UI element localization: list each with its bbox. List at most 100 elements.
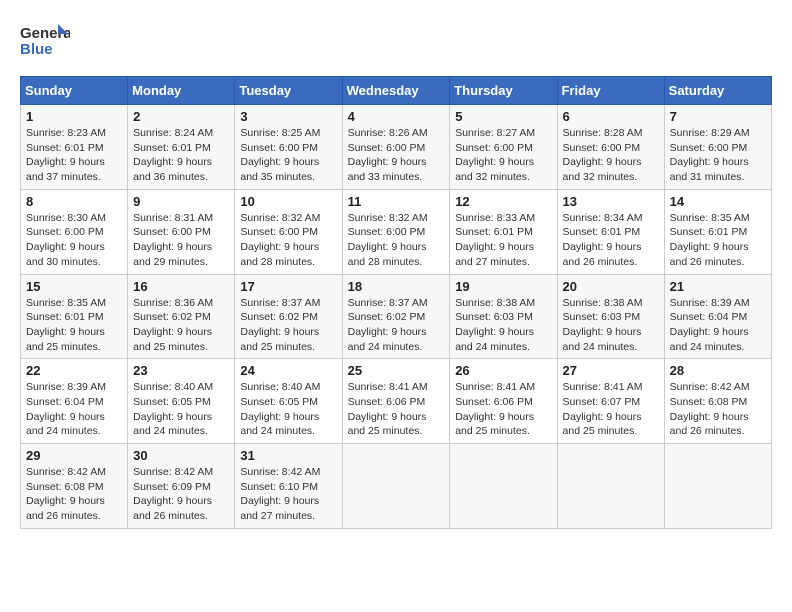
day-number: 21 <box>670 279 766 294</box>
day-number: 19 <box>455 279 551 294</box>
calendar-cell: 6Sunrise: 8:28 AMSunset: 6:00 PMDaylight… <box>557 105 664 190</box>
day-info: Sunrise: 8:39 AMSunset: 6:04 PMDaylight:… <box>26 381 106 437</box>
day-info: Sunrise: 8:30 AMSunset: 6:00 PMDaylight:… <box>26 212 106 268</box>
day-number: 13 <box>563 194 659 209</box>
day-info: Sunrise: 8:35 AMSunset: 6:01 PMDaylight:… <box>670 212 750 268</box>
calendar-week-1: 1Sunrise: 8:23 AMSunset: 6:01 PMDaylight… <box>21 105 772 190</box>
day-number: 26 <box>455 363 551 378</box>
calendar-week-2: 8 Sunrise: 8:30 AMSunset: 6:00 PMDaylight… <box>21 189 772 274</box>
day-info: Sunrise: 8:25 AMSunset: 6:00 PMDaylight:… <box>240 127 320 183</box>
calendar-cell: 26Sunrise: 8:41 AMSunset: 6:06 PMDayligh… <box>450 359 557 444</box>
calendar-cell: 17 Sunrise: 8:37 AMSunset: 6:02 PMDayligh… <box>235 274 342 359</box>
calendar-cell: 2 Sunrise: 8:24 AMSunset: 6:01 PMDaylight… <box>128 105 235 190</box>
calendar-cell: 29 Sunrise: 8:42 AMSunset: 6:08 PMDayligh… <box>21 444 128 529</box>
day-info: Sunrise: 8:42 AMSunset: 6:08 PMDaylight:… <box>26 466 106 522</box>
weekday-header-thursday: Thursday <box>450 77 557 105</box>
day-number: 4 <box>348 109 445 124</box>
day-number: 14 <box>670 194 766 209</box>
day-info: Sunrise: 8:33 AMSunset: 6:01 PMDaylight:… <box>455 212 535 268</box>
day-info: Sunrise: 8:27 AMSunset: 6:00 PMDaylight:… <box>455 127 535 183</box>
day-number: 20 <box>563 279 659 294</box>
day-number: 8 <box>26 194 122 209</box>
calendar-cell: 31 Sunrise: 8:42 AMSunset: 6:10 PMDayligh… <box>235 444 342 529</box>
header: General Blue <box>20 20 772 64</box>
day-info: Sunrise: 8:42 AMSunset: 6:08 PMDaylight:… <box>670 381 750 437</box>
day-number: 31 <box>240 448 336 463</box>
calendar-week-5: 29 Sunrise: 8:42 AMSunset: 6:08 PMDayligh… <box>21 444 772 529</box>
day-info: Sunrise: 8:42 AMSunset: 6:09 PMDaylight:… <box>133 466 213 522</box>
calendar-cell: 1Sunrise: 8:23 AMSunset: 6:01 PMDaylight… <box>21 105 128 190</box>
calendar-cell: 18Sunrise: 8:37 AMSunset: 6:02 PMDayligh… <box>342 274 450 359</box>
day-info: Sunrise: 8:32 AMSunset: 6:00 PMDaylight:… <box>348 212 428 268</box>
day-number: 30 <box>133 448 229 463</box>
calendar-cell <box>450 444 557 529</box>
day-number: 11 <box>348 194 445 209</box>
day-number: 10 <box>240 194 336 209</box>
calendar-cell: 3 Sunrise: 8:25 AMSunset: 6:00 PMDaylight… <box>235 105 342 190</box>
day-info: Sunrise: 8:34 AMSunset: 6:01 PMDaylight:… <box>563 212 643 268</box>
calendar-cell: 15Sunrise: 8:35 AMSunset: 6:01 PMDayligh… <box>21 274 128 359</box>
day-number: 27 <box>563 363 659 378</box>
day-number: 1 <box>26 109 122 124</box>
weekday-header-friday: Friday <box>557 77 664 105</box>
calendar-cell: 23 Sunrise: 8:40 AMSunset: 6:05 PMDayligh… <box>128 359 235 444</box>
calendar-cell: 21 Sunrise: 8:39 AMSunset: 6:04 PMDayligh… <box>664 274 771 359</box>
day-info: Sunrise: 8:38 AMSunset: 6:03 PMDaylight:… <box>455 297 535 353</box>
calendar-cell <box>664 444 771 529</box>
calendar-cell: 20 Sunrise: 8:38 AMSunset: 6:03 PMDayligh… <box>557 274 664 359</box>
calendar-cell: 10 Sunrise: 8:32 AMSunset: 6:00 PMDayligh… <box>235 189 342 274</box>
calendar-week-3: 15Sunrise: 8:35 AMSunset: 6:01 PMDayligh… <box>21 274 772 359</box>
day-number: 29 <box>26 448 122 463</box>
day-info: Sunrise: 8:39 AMSunset: 6:04 PMDaylight:… <box>670 297 750 353</box>
logo: General Blue <box>20 20 70 64</box>
day-number: 23 <box>133 363 229 378</box>
calendar-cell: 12 Sunrise: 8:33 AMSunset: 6:01 PMDayligh… <box>450 189 557 274</box>
calendar-cell: 13 Sunrise: 8:34 AMSunset: 6:01 PMDayligh… <box>557 189 664 274</box>
day-number: 9 <box>133 194 229 209</box>
day-info: Sunrise: 8:24 AMSunset: 6:01 PMDaylight:… <box>133 127 213 183</box>
weekday-header-tuesday: Tuesday <box>235 77 342 105</box>
logo-svg: General Blue <box>20 20 70 64</box>
weekday-header-saturday: Saturday <box>664 77 771 105</box>
day-info: Sunrise: 8:28 AMSunset: 6:00 PMDaylight:… <box>563 127 643 183</box>
calendar-week-4: 22 Sunrise: 8:39 AMSunset: 6:04 PMDayligh… <box>21 359 772 444</box>
day-number: 5 <box>455 109 551 124</box>
day-info: Sunrise: 8:37 AMSunset: 6:02 PMDaylight:… <box>348 297 428 353</box>
day-info: Sunrise: 8:31 AMSunset: 6:00 PMDaylight:… <box>133 212 213 268</box>
day-number: 24 <box>240 363 336 378</box>
calendar-cell: 25Sunrise: 8:41 AMSunset: 6:06 PMDayligh… <box>342 359 450 444</box>
day-info: Sunrise: 8:42 AMSunset: 6:10 PMDaylight:… <box>240 466 320 522</box>
calendar-cell: 8 Sunrise: 8:30 AMSunset: 6:00 PMDaylight… <box>21 189 128 274</box>
weekday-header-sunday: Sunday <box>21 77 128 105</box>
weekday-header-monday: Monday <box>128 77 235 105</box>
calendar-cell: 22 Sunrise: 8:39 AMSunset: 6:04 PMDayligh… <box>21 359 128 444</box>
day-number: 22 <box>26 363 122 378</box>
weekday-header-wednesday: Wednesday <box>342 77 450 105</box>
day-number: 2 <box>133 109 229 124</box>
day-number: 12 <box>455 194 551 209</box>
day-info: Sunrise: 8:35 AMSunset: 6:01 PMDaylight:… <box>26 297 106 353</box>
day-info: Sunrise: 8:32 AMSunset: 6:00 PMDaylight:… <box>240 212 320 268</box>
calendar-cell: 16Sunrise: 8:36 AMSunset: 6:02 PMDayligh… <box>128 274 235 359</box>
calendar-cell: 19 Sunrise: 8:38 AMSunset: 6:03 PMDayligh… <box>450 274 557 359</box>
calendar-cell: 7Sunrise: 8:29 AMSunset: 6:00 PMDaylight… <box>664 105 771 190</box>
day-number: 3 <box>240 109 336 124</box>
day-info: Sunrise: 8:37 AMSunset: 6:02 PMDaylight:… <box>240 297 320 353</box>
day-info: Sunrise: 8:40 AMSunset: 6:05 PMDaylight:… <box>133 381 213 437</box>
day-info: Sunrise: 8:41 AMSunset: 6:06 PMDaylight:… <box>348 381 428 437</box>
weekday-header-row: SundayMondayTuesdayWednesdayThursdayFrid… <box>21 77 772 105</box>
day-info: Sunrise: 8:36 AMSunset: 6:02 PMDaylight:… <box>133 297 213 353</box>
calendar-cell: 11 Sunrise: 8:32 AMSunset: 6:00 PMDayligh… <box>342 189 450 274</box>
day-info: Sunrise: 8:40 AMSunset: 6:05 PMDaylight:… <box>240 381 320 437</box>
calendar-cell: 5 Sunrise: 8:27 AMSunset: 6:00 PMDaylight… <box>450 105 557 190</box>
day-info: Sunrise: 8:29 AMSunset: 6:00 PMDaylight:… <box>670 127 750 183</box>
day-info: Sunrise: 8:26 AMSunset: 6:00 PMDaylight:… <box>348 127 428 183</box>
calendar-cell: 28 Sunrise: 8:42 AMSunset: 6:08 PMDayligh… <box>664 359 771 444</box>
calendar-cell <box>557 444 664 529</box>
day-info: Sunrise: 8:38 AMSunset: 6:03 PMDaylight:… <box>563 297 643 353</box>
svg-text:Blue: Blue <box>20 41 53 58</box>
calendar-cell <box>342 444 450 529</box>
day-number: 28 <box>670 363 766 378</box>
day-info: Sunrise: 8:41 AMSunset: 6:07 PMDaylight:… <box>563 381 643 437</box>
day-number: 17 <box>240 279 336 294</box>
